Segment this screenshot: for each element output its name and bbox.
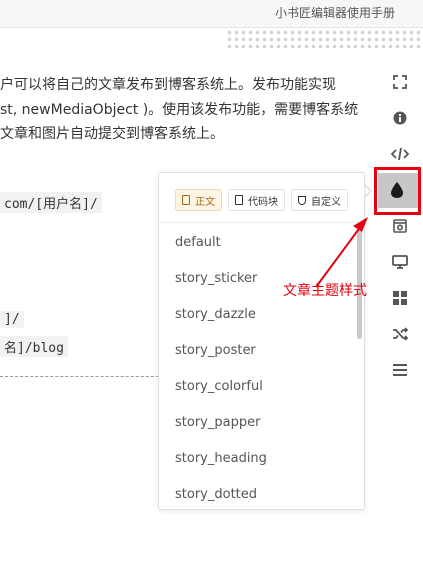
preview-icon[interactable]: [387, 213, 413, 239]
title-bar: 小书匠编辑器使用手册: [0, 0, 423, 28]
theme-item-story-sticker[interactable]: story_sticker: [175, 271, 257, 286]
theme-item-story-heading[interactable]: story_heading: [175, 451, 267, 466]
menu-icon[interactable]: [387, 357, 413, 383]
paragraph-line: st, newMediaObject )。使用该发布功能，需要博客系统: [0, 102, 359, 118]
tab-label: 代码块: [248, 196, 278, 208]
window-title: 小书匠编辑器使用手册: [274, 6, 395, 20]
info-icon[interactable]: [387, 105, 413, 131]
monitor-icon[interactable]: [387, 249, 413, 275]
fullscreen-icon[interactable]: [387, 69, 413, 95]
code-line: 名]/blog: [0, 336, 68, 357]
shield-icon: [298, 195, 306, 205]
code-line: com/[用户名]/: [0, 192, 102, 213]
dotted-texture: [226, 29, 423, 51]
grid-icon[interactable]: [387, 285, 413, 311]
tab-body-text[interactable]: 正文: [175, 189, 222, 211]
theme-item-default[interactable]: default: [175, 235, 221, 250]
theme-item-story-papper[interactable]: story_papper: [175, 415, 260, 430]
document-icon: [182, 195, 190, 205]
right-toolbar: [377, 64, 423, 384]
paragraph-line: 户可以将自己的文章发布到博客系统上。发布功能实现: [0, 77, 336, 93]
tab-label: 自定义: [311, 196, 341, 208]
tab-label: 正文: [195, 196, 215, 208]
annotation-label: 文章主题样式: [283, 283, 367, 299]
theme-item-story-poster[interactable]: story_poster: [175, 343, 256, 358]
paragraph-line: 文章和图片自动提交到博客系统上。: [0, 126, 224, 142]
theme-tabs: 正文 代码块 自定义: [159, 173, 364, 223]
theme-item-story-colorful[interactable]: story_colorful: [175, 379, 263, 394]
highlight-box: [374, 167, 421, 215]
document-icon: [235, 195, 243, 205]
theme-popover: 正文 代码块 自定义 default story_sticker story_d…: [158, 172, 365, 510]
code-line: ]/: [0, 311, 24, 328]
theme-item-story-dazzle[interactable]: story_dazzle: [175, 307, 256, 322]
tab-custom[interactable]: 自定义: [291, 189, 348, 211]
theme-item-story-dotted[interactable]: story_dotted: [175, 487, 257, 502]
tab-code-block[interactable]: 代码块: [228, 189, 285, 211]
code-icon[interactable]: [387, 141, 413, 167]
shuffle-icon[interactable]: [387, 321, 413, 347]
